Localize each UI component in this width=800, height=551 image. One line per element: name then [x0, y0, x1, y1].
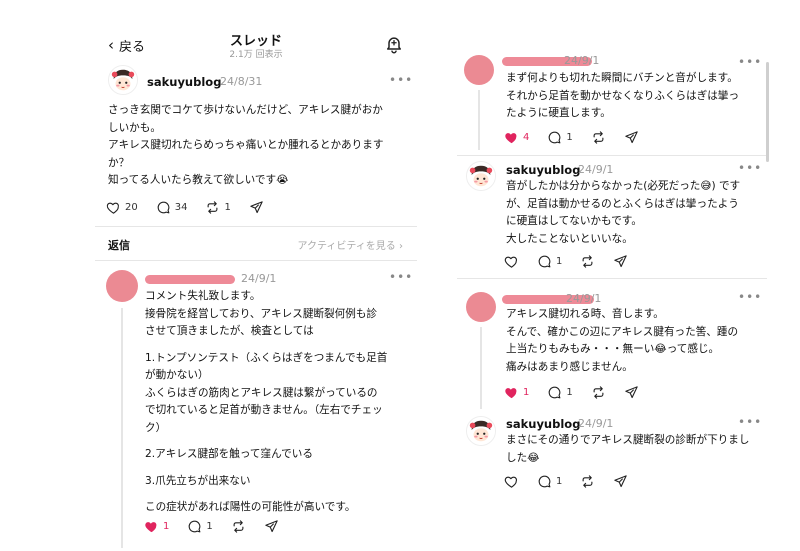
- post-paragraph: まず何よりも切れた瞬間にバチンと音がします。 それから足首を動かせなくなりふくら…: [506, 72, 740, 119]
- repost-icon: [231, 519, 246, 534]
- comment-icon: [537, 474, 552, 489]
- avatar[interactable]: [464, 55, 494, 85]
- heart-icon: [504, 474, 519, 489]
- comment-icon: [547, 385, 562, 400]
- post-paragraph: この症状があれば陽性の可能性が高いです。: [145, 501, 356, 513]
- heart-filled-icon: [144, 519, 159, 534]
- like-count: 4: [523, 132, 530, 143]
- reply-count: 1: [566, 132, 573, 143]
- repost-icon: [591, 130, 606, 145]
- post-actions: 4 1: [504, 130, 639, 145]
- reply-button[interactable]: 1: [537, 474, 562, 489]
- thread-connector: [478, 90, 480, 150]
- reply-count: 1: [206, 521, 213, 532]
- post-paragraph: 3.爪先立ちが出来ない: [145, 474, 251, 487]
- repost-button[interactable]: [580, 254, 595, 269]
- heart-filled-icon: [504, 385, 519, 400]
- share-button[interactable]: [613, 254, 628, 269]
- like-button[interactable]: [504, 254, 519, 269]
- post-date: 24/9/1: [566, 292, 602, 305]
- send-icon: [624, 130, 639, 145]
- more-options-icon[interactable]: •••: [738, 290, 762, 304]
- repost-icon: [580, 254, 595, 269]
- post-paragraph: アキレス腱切れる時、音します。 そんで、確かこの辺にアキレス腱有った筈、踵の 上…: [506, 308, 739, 373]
- more-options-icon[interactable]: •••: [738, 161, 762, 175]
- heart-filled-icon: [504, 130, 519, 145]
- repost-icon: [580, 474, 595, 489]
- send-icon: [613, 474, 628, 489]
- post-actions: 1: [504, 474, 628, 489]
- post-actions: 1: [504, 254, 628, 269]
- post-text: 音がしたかは分からなかった(必死だった😅) です が、足首は動かせるのとふくらは…: [506, 178, 764, 248]
- post-username[interactable]: sakuyublog: [506, 417, 580, 431]
- send-icon: [613, 254, 628, 269]
- thread-connector: [480, 327, 482, 409]
- reply-count: 1: [556, 476, 563, 487]
- post-username[interactable]: sakuyublog: [506, 163, 580, 177]
- divider: [457, 278, 767, 279]
- more-options-icon[interactable]: •••: [389, 270, 413, 284]
- reply-button[interactable]: 1: [547, 130, 573, 145]
- share-button[interactable]: [624, 385, 639, 400]
- post-paragraph: 2.アキレス腱部を触って窪んでいる: [145, 448, 313, 460]
- redacted-username: [145, 275, 235, 284]
- post-paragraph: コメント失礼致します。 接骨院を経営しており、アキレス腱断裂何例も診 させて頂き…: [145, 290, 378, 337]
- reply-count: 1: [556, 256, 563, 267]
- share-button[interactable]: [624, 130, 639, 145]
- like-button[interactable]: 1: [144, 519, 169, 534]
- reply-post: 24/9/1 ••• コメント失礼致します。 接骨院を経営しており、アキレス腱断…: [95, 0, 417, 551]
- reply-button[interactable]: 1: [187, 519, 213, 534]
- post-date: 24/9/1: [241, 272, 277, 285]
- avatar[interactable]: [466, 416, 496, 446]
- post-text: アキレス腱切れる時、音します。 そんで、確かこの辺にアキレス腱有った筈、踵の 上…: [506, 306, 764, 376]
- heart-icon: [504, 254, 519, 269]
- reply-button[interactable]: 1: [537, 254, 562, 269]
- post-text: コメント失礼致します。 接骨院を経営しており、アキレス腱断裂何例も診 させて頂き…: [145, 288, 407, 517]
- avatar[interactable]: [106, 270, 138, 302]
- divider: [457, 155, 767, 156]
- thread-connector: [121, 308, 123, 548]
- repost-button[interactable]: [591, 385, 606, 400]
- like-button[interactable]: [504, 474, 519, 489]
- avatar[interactable]: [466, 292, 496, 322]
- more-options-icon[interactable]: •••: [738, 415, 762, 429]
- repost-button[interactable]: [591, 130, 606, 145]
- post-paragraph: 音がしたかは分からなかった(必死だった😅) です が、足首は動かせるのとふくらは…: [506, 180, 741, 245]
- avatar[interactable]: [466, 161, 496, 191]
- comment-icon: [187, 519, 202, 534]
- send-icon: [264, 519, 279, 534]
- like-button[interactable]: 4: [504, 130, 529, 145]
- post-paragraph: 1.トンプソンテスト（ふくらはぎをつまんでも足首 が動かない） ふくらはぎの筋肉…: [145, 351, 388, 434]
- repost-icon: [591, 385, 606, 400]
- post-paragraph: まさにその通りでアキレス腱断裂の診断が下りまし した😂: [506, 434, 750, 464]
- reply-button[interactable]: 1: [547, 385, 573, 400]
- comment-icon: [547, 130, 562, 145]
- thread-panel-right: 24/9/1 ••• まず何よりも切れた瞬間にバチンと音がします。 それから足首…: [457, 0, 767, 551]
- more-options-icon[interactable]: •••: [738, 55, 762, 69]
- thread-panel-left: ‹ 戻る スレッド 2.1万 回表示 sakuyublog 24/8/31 ••…: [95, 0, 417, 551]
- send-icon: [624, 385, 639, 400]
- post-text: まさにその通りでアキレス腱断裂の診断が下りまし した😂: [506, 432, 764, 467]
- post-date: 24/9/1: [564, 54, 600, 67]
- share-button[interactable]: [264, 519, 279, 534]
- like-count: 1: [163, 521, 170, 532]
- post-date: 24/9/1: [578, 163, 614, 176]
- comment-icon: [537, 254, 552, 269]
- post-actions: 1 1: [504, 385, 639, 400]
- repost-button[interactable]: [580, 474, 595, 489]
- scrollbar[interactable]: [766, 62, 769, 162]
- repost-button[interactable]: [231, 519, 246, 534]
- reply-count: 1: [566, 387, 573, 398]
- share-button[interactable]: [613, 474, 628, 489]
- post-actions: 1 1: [144, 519, 279, 534]
- like-button[interactable]: 1: [504, 385, 529, 400]
- like-count: 1: [523, 387, 530, 398]
- post-date: 24/9/1: [578, 417, 614, 430]
- post-text: まず何よりも切れた瞬間にバチンと音がします。 それから足首を動かせなくなりふくら…: [506, 70, 761, 123]
